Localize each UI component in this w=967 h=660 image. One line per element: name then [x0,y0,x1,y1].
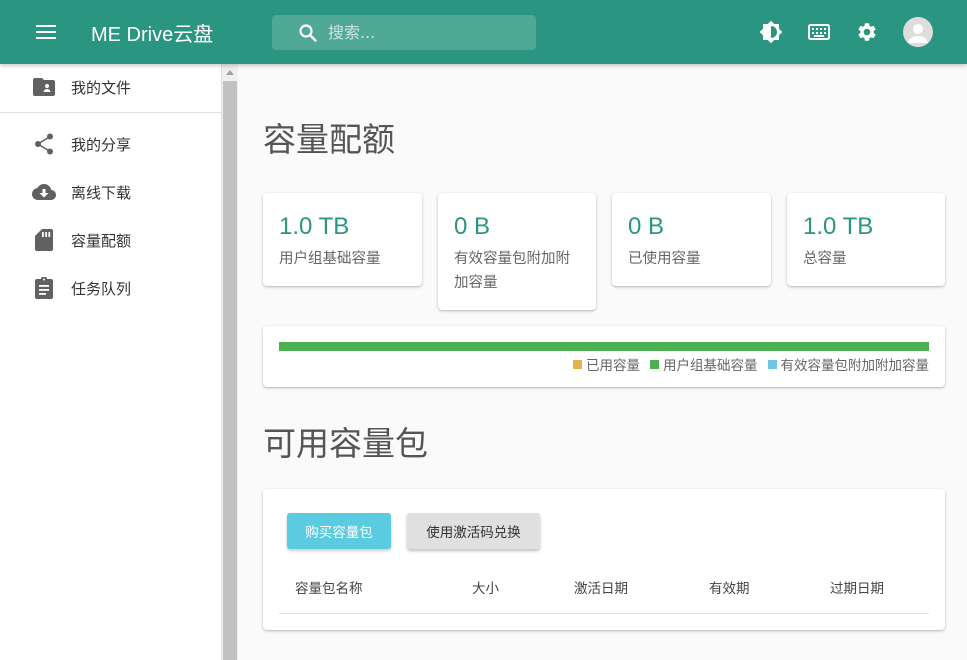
column-header-validity[interactable]: 有效期 [709,577,750,597]
person-icon [908,24,928,43]
sidebar-item-label: 我的分享 [71,135,132,154]
stat-value: 1.0 TB [279,213,350,240]
column-header-expire-date[interactable]: 过期日期 [830,577,884,597]
legend-entry-base: 用户组基础容量 [650,354,758,374]
sidebar-item-label: 任务队列 [71,279,132,298]
quota-heading: 容量配额 [263,120,395,159]
legend-label: 有效容量包附加附加容量 [780,358,930,374]
stat-label: 有效容量包附加附加容量 [454,251,570,291]
legend-swatch [650,359,659,369]
legend-entry-addon: 有效容量包附加附加容量 [767,354,930,374]
stat-label: 总容量 [803,251,847,267]
stat-card-total: 1.0 TB 总容量 [787,193,945,286]
sidebar: 我的文件 我的分享 离线下载 容量配额 任务队列 [0,64,222,660]
sidebar-scrollbar[interactable] [222,64,238,660]
brightness-icon[interactable] [755,16,787,48]
sd-card-icon [32,228,56,252]
cloud-download-icon [32,180,56,204]
sidebar-divider [0,112,222,113]
stat-card-used: 0 B 已使用容量 [612,193,771,286]
sidebar-item-offline-download[interactable]: 离线下载 [0,169,222,215]
user-avatar[interactable] [903,17,933,47]
redeem-code-button[interactable]: 使用激活码兑换 [407,513,540,549]
clipboard-icon [32,276,56,300]
usage-legend: 已用容量 用户组基础容量 有效容量包附加附加容量 [563,354,929,374]
legend-swatch [573,359,582,369]
legend-entry-used: 已用容量 [573,354,640,374]
sidebar-item-my-files[interactable]: 我的文件 [0,64,222,110]
sidebar-item-my-shares[interactable]: 我的分享 [0,121,222,167]
search-input[interactable] [328,23,518,42]
search-box[interactable] [272,15,536,50]
menu-icon[interactable] [34,20,58,44]
search-icon [298,23,318,43]
column-header-size[interactable]: 大小 [472,577,499,597]
settings-gear-icon[interactable] [851,16,883,48]
share-icon [32,132,56,156]
table-divider [279,613,929,614]
stat-label: 用户组基础容量 [279,251,381,267]
scroll-thumb[interactable] [223,81,237,660]
usage-bar-card: 已用容量 用户组基础容量 有效容量包附加附加容量 [263,326,945,387]
keyboard-icon[interactable] [803,16,835,48]
stat-label: 已使用容量 [628,251,701,267]
sidebar-item-label: 容量配额 [71,231,132,250]
app-title: ME Drive云盘 [91,24,214,46]
folder-user-icon [32,75,56,99]
scroll-up-arrow-icon[interactable] [222,64,238,80]
sidebar-item-task-queue[interactable]: 任务队列 [0,265,222,311]
packs-card: 购买容量包 使用激活码兑换 容量包名称 大小 激活日期 有效期 过期日期 [263,489,945,630]
buy-pack-button[interactable]: 购买容量包 [287,513,391,549]
usage-bar-base-capacity [279,342,929,351]
stat-card-addon: 0 B 有效容量包附加附加容量 [438,193,596,310]
stat-value: 0 B [454,213,491,240]
column-header-name[interactable]: 容量包名称 [295,577,363,597]
legend-swatch [767,359,777,369]
legend-label: 用户组基础容量 [663,358,758,374]
stat-value: 1.0 TB [803,213,874,240]
sidebar-item-quota[interactable]: 容量配额 [0,217,222,263]
legend-label: 已用容量 [586,358,640,374]
sidebar-item-label: 离线下载 [71,183,132,202]
stat-value: 0 B [628,213,665,240]
stat-card-base: 1.0 TB 用户组基础容量 [263,193,422,286]
app-bar: ME Drive云盘 [0,0,967,64]
column-header-activated-date[interactable]: 激活日期 [574,577,628,597]
packs-heading: 可用容量包 [263,424,428,463]
sidebar-item-label: 我的文件 [71,78,132,97]
